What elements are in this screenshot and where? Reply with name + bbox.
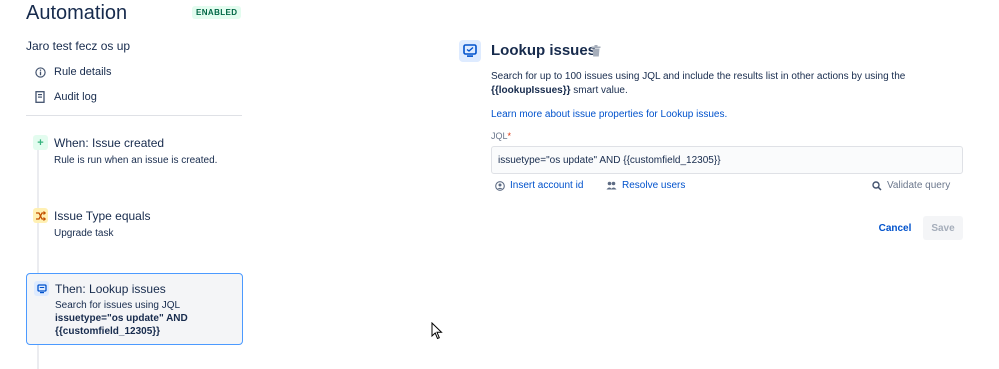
trash-icon[interactable]	[591, 44, 601, 57]
jql-label: JQL*	[491, 131, 511, 141]
action-query-line1: issuetype="os update" AND	[55, 313, 188, 324]
jql-input[interactable]	[491, 146, 963, 174]
resolve-users-label: Resolve users	[622, 180, 686, 191]
action-query-line2: {{customfield_12305}}	[55, 326, 161, 337]
required-asterisk: *	[507, 131, 512, 141]
search-icon	[872, 180, 882, 191]
trigger-desc: Rule is run when an issue is created.	[54, 155, 218, 166]
shuffle-icon	[33, 208, 48, 223]
condition-desc: Upgrade task	[54, 228, 114, 239]
action-component[interactable]: Then: Lookup issues Search for issues us…	[26, 273, 243, 345]
condition-title: Issue Type equals	[54, 209, 151, 223]
info-icon	[34, 66, 46, 78]
monitor-icon	[34, 281, 49, 296]
panel-desc-part1: Search for up to 100 issues using JQL an…	[491, 71, 906, 82]
panel-desc-smart-value: {{lookupIssues}}	[491, 85, 571, 96]
trigger-title: When: Issue created	[54, 136, 165, 150]
action-desc-text: Search for issues using JQL	[55, 300, 181, 311]
resolve-users-button[interactable]: Resolve users	[606, 180, 685, 191]
insert-account-id-label: Insert account id	[510, 180, 584, 191]
rule-details-link[interactable]: Rule details	[34, 66, 111, 78]
learn-more-link[interactable]: Learn more about issue properties for Lo…	[491, 109, 727, 120]
rule-name: Jaro test fecz os up	[26, 39, 131, 53]
insert-account-id-button[interactable]: Insert account id	[495, 180, 583, 191]
panel-title: Lookup issues	[491, 42, 597, 59]
audit-log-link[interactable]: Audit log	[34, 91, 97, 103]
cancel-button[interactable]: Cancel	[873, 216, 917, 240]
panel-description: Search for up to 100 issues using JQL an…	[491, 70, 961, 98]
lookup-monitor-icon	[459, 40, 481, 62]
audit-log-label: Audit log	[54, 91, 97, 103]
validate-query-label: Validate query	[887, 180, 951, 191]
mouse-cursor-icon	[431, 321, 443, 340]
plus-icon: +	[33, 135, 48, 150]
document-icon	[34, 91, 46, 103]
validate-query-button[interactable]: Validate query	[872, 180, 950, 191]
panel-desc-part2: smart value.	[570, 85, 628, 96]
user-circle-icon	[495, 180, 505, 191]
page-title: Automation	[26, 2, 128, 24]
condition-component[interactable]: Issue Type equals Upgrade task	[26, 208, 243, 244]
people-icon	[606, 181, 617, 190]
trigger-component[interactable]: + When: Issue created Rule is run when a…	[26, 135, 243, 171]
jql-label-text: JQL	[491, 131, 508, 141]
sidebar-divider	[26, 115, 242, 116]
status-badge: ENABLED	[192, 6, 242, 19]
rule-details-label: Rule details	[54, 66, 112, 78]
action-desc: Search for issues using JQL issuetype="o…	[55, 299, 240, 338]
action-title: Then: Lookup issues	[55, 282, 166, 296]
save-button[interactable]: Save	[923, 216, 963, 240]
